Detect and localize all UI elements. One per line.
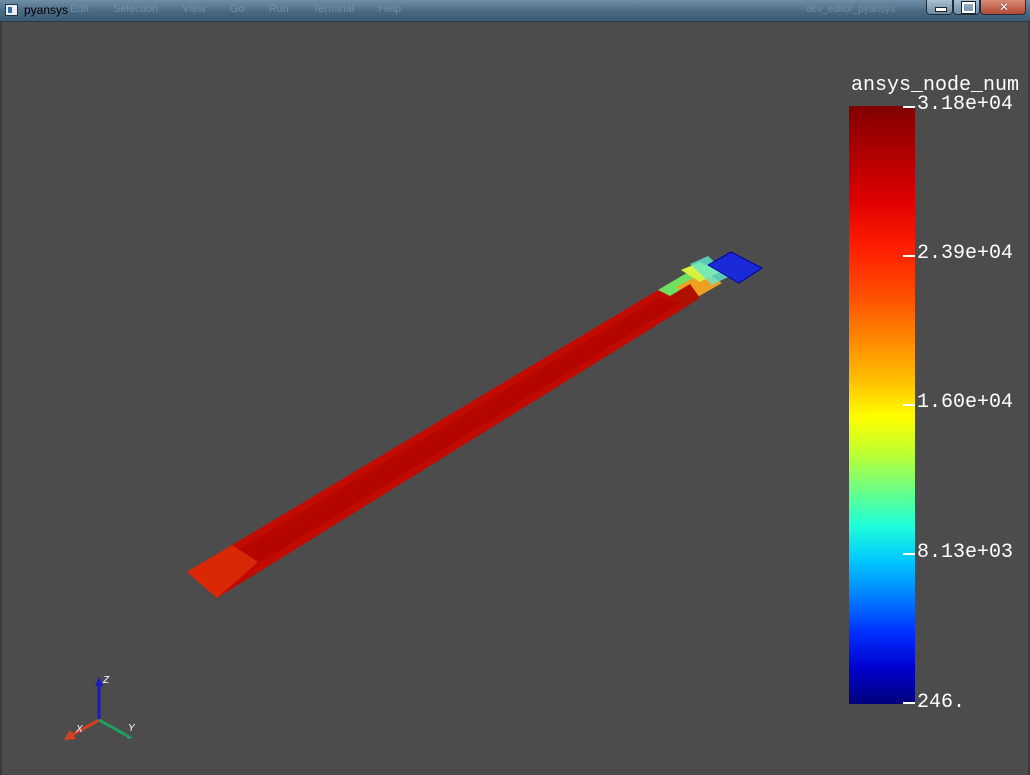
z-axis-label: Z (102, 675, 110, 686)
scalar-bar-tick (903, 106, 915, 108)
x-axis-label: X (75, 724, 83, 735)
z-axis-arrow (95, 677, 103, 686)
scalar-bar-tick (903, 404, 915, 406)
app-icon (5, 4, 18, 16)
maximize-icon (961, 1, 976, 14)
scalar-bar-max-label: 3.18e+04 (917, 93, 1014, 116)
scalar-bar-tick (903, 255, 915, 257)
scalar-bar-tick (903, 702, 915, 704)
y-axis-label: Y (128, 723, 136, 734)
y-axis-line (98, 718, 127, 737)
ghost-menu-background: Edit Selection View Go Run Terminal Help (70, 3, 401, 15)
close-icon: ✕ (999, 0, 1010, 14)
scalar-bar-tick-label: 2.39e+04 (917, 242, 1014, 265)
minimize-button[interactable] (926, 0, 953, 15)
title-bar[interactable]: pyansys Edit Selection View Go Run Terminal He… (0, 0, 1030, 22)
mesh-beam-shade (205, 297, 680, 586)
scalar-bar-tick (903, 553, 915, 555)
scalar-bar-tick-label: 1.60e+04 (917, 391, 1014, 414)
close-button[interactable]: ✕ (980, 0, 1026, 15)
scalar-bar-min-label: 246. (917, 691, 966, 714)
ghost-title-background: dev_editor_pyansys (806, 4, 895, 15)
maximize-button[interactable] (953, 0, 980, 15)
window-title: pyansys (24, 3, 69, 17)
scalar-bar-tick-label: 8.13e+03 (917, 541, 1014, 564)
minimize-icon (935, 7, 947, 12)
orientation-axes: Z X Y (64, 675, 136, 740)
